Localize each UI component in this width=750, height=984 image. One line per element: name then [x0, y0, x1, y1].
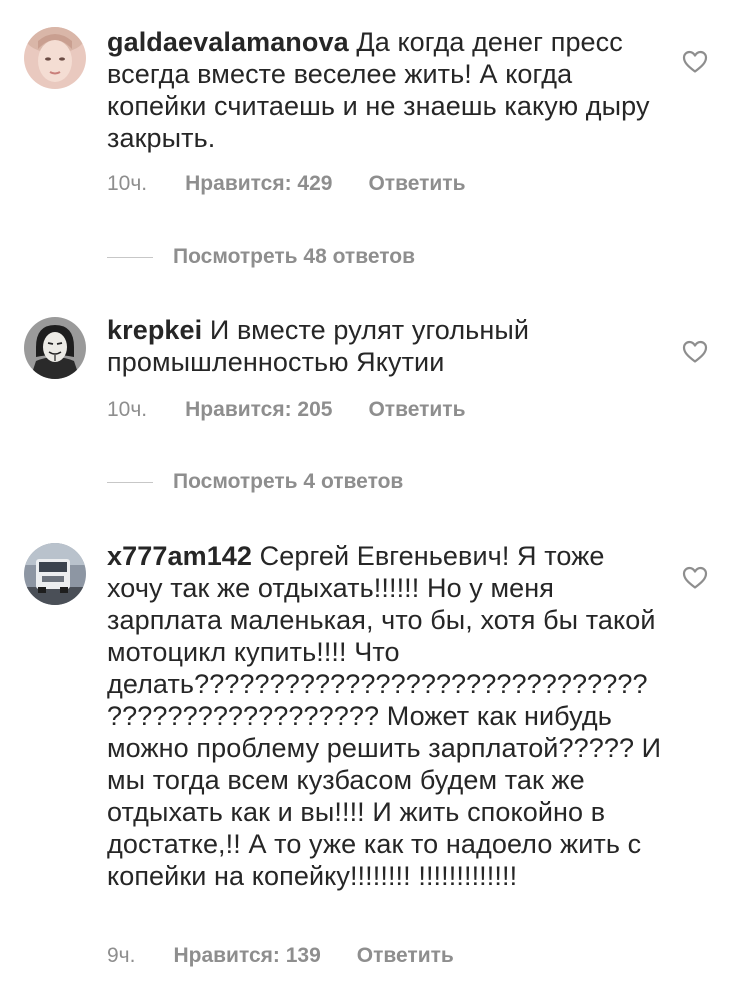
comment-text: krepkei И вместе рулят угольный промышле…	[107, 314, 667, 378]
like-count[interactable]: Нравится: 139	[173, 944, 320, 968]
comment-message: Сергей Евгеньевич! Я тоже хочу так же от…	[107, 541, 662, 891]
comment-item: galdaevalamanova Да когда денег пресс вс…	[0, 0, 750, 300]
truck-photo-icon	[24, 543, 86, 605]
comment-text: x777am142 Сергей Евгеньевич! Я тоже хочу…	[107, 540, 667, 892]
heart-icon[interactable]	[682, 50, 708, 74]
avatar[interactable]	[24, 317, 86, 379]
reply-button[interactable]: Ответить	[357, 944, 454, 968]
avatar[interactable]	[24, 27, 86, 89]
mask-portrait-icon	[24, 317, 86, 379]
reply-button[interactable]: Ответить	[368, 172, 465, 196]
username[interactable]: x777am142	[107, 541, 252, 571]
replies-divider	[107, 481, 153, 483]
reply-button[interactable]: Ответить	[368, 398, 465, 422]
comment-text: galdaevalamanova Да когда денег пресс вс…	[107, 26, 667, 154]
username[interactable]: krepkei	[107, 315, 202, 345]
comment-item: x777am142 Сергей Евгеньевич! Я тоже хочу…	[0, 530, 750, 984]
comment-time: 10ч.	[107, 172, 148, 195]
woman-portrait-icon	[24, 27, 86, 89]
username[interactable]: galdaevalamanova	[107, 27, 349, 57]
comment-meta: 9ч. Нравится: 139 Ответить	[107, 944, 454, 968]
replies-divider	[107, 256, 153, 258]
like-count[interactable]: Нравится: 429	[185, 172, 332, 196]
comment-meta: 10ч. Нравится: 205 Ответить	[107, 398, 466, 422]
heart-icon[interactable]	[682, 340, 708, 364]
like-count[interactable]: Нравится: 205	[185, 398, 332, 422]
comment-meta: 10ч. Нравится: 429 Ответить	[107, 172, 466, 196]
view-replies-button[interactable]: Посмотреть 4 ответов	[107, 470, 403, 494]
view-replies-label: Посмотреть 48 ответов	[173, 245, 415, 268]
heart-icon[interactable]	[682, 566, 708, 590]
comment-time: 10ч.	[107, 398, 148, 421]
avatar[interactable]	[24, 543, 86, 605]
view-replies-button[interactable]: Посмотреть 48 ответов	[107, 245, 415, 269]
view-replies-label: Посмотреть 4 ответов	[173, 470, 404, 493]
comment-item: krepkei И вместе рулят угольный промышле…	[0, 300, 750, 530]
comment-time: 9ч.	[107, 944, 136, 967]
